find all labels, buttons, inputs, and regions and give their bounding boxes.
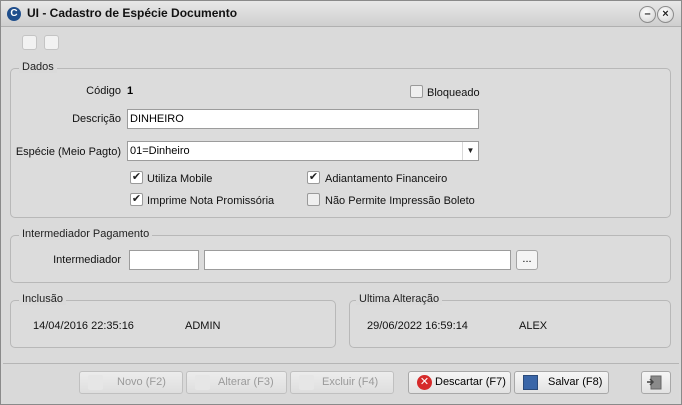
descartar-button[interactable]: ✕ Descartar (F7): [408, 371, 511, 394]
chevron-down-icon[interactable]: ▼: [462, 142, 478, 160]
adiantamento-financeiro-label: Adiantamento Financeiro: [325, 173, 448, 185]
nao-permite-boleto-checkbox[interactable]: [307, 193, 320, 206]
descartar-label: Descartar (F7): [435, 376, 506, 388]
intermediador-code-input[interactable]: [129, 250, 199, 270]
especie-label: Espécie (Meio Pagto): [15, 146, 121, 158]
app-logo-icon: C: [7, 7, 21, 21]
salvar-label: Salvar (F8): [548, 376, 603, 388]
discard-x-icon: ✕: [417, 375, 432, 390]
window-title: UI - Cadastro de Espécie Documento: [27, 6, 238, 20]
title-bar[interactable]: C UI - Cadastro de Espécie Documento – ×: [1, 1, 681, 27]
novo-label: Novo (F2): [117, 376, 166, 388]
ultima-alteracao-group-label: Ultima Alteração: [356, 293, 443, 305]
intermediador-lookup-button[interactable]: ...: [516, 250, 538, 270]
intermediador-name-input[interactable]: [204, 250, 511, 270]
action-toolbar: Novo (F2) Alterar (F3) Excluir (F4) ✕ De…: [3, 363, 679, 403]
especie-selected-value: 01=Dinheiro: [130, 145, 190, 157]
delete-icon: [299, 375, 314, 390]
ultima-alteracao-user: ALEX: [519, 320, 548, 332]
nao-permite-boleto-label: Não Permite Impressão Boleto: [325, 195, 475, 207]
adiantamento-financeiro-checkbox[interactable]: ✔: [307, 171, 320, 184]
alterar-label: Alterar (F3): [218, 376, 274, 388]
inclusao-user: ADMIN: [185, 320, 221, 332]
novo-button[interactable]: Novo (F2): [79, 371, 183, 394]
descricao-input[interactable]: DINHEIRO: [127, 109, 479, 129]
minimize-button[interactable]: –: [639, 6, 656, 23]
inclusao-group-label: Inclusão: [19, 293, 66, 305]
intermediador-group-label: Intermediador Pagamento: [19, 228, 153, 240]
imprime-nota-checkbox[interactable]: ✔: [130, 193, 143, 206]
dados-group-label: Dados: [19, 61, 57, 73]
alterar-button[interactable]: Alterar (F3): [186, 371, 287, 394]
new-icon: [88, 375, 103, 390]
salvar-button[interactable]: Salvar (F8): [514, 371, 609, 394]
inclusao-datetime: 14/04/2016 22:35:16: [33, 320, 134, 332]
nav-prev-button[interactable]: [44, 35, 59, 50]
intermediador-label: Intermediador: [53, 254, 121, 266]
bloqueado-checkbox[interactable]: [410, 85, 423, 98]
close-button[interactable]: ×: [657, 6, 674, 23]
dialog-window: C UI - Cadastro de Espécie Documento – ×…: [0, 0, 682, 405]
especie-select[interactable]: 01=Dinheiro ▼: [127, 141, 479, 161]
descricao-label: Descrição: [72, 113, 121, 125]
imprime-nota-label: Imprime Nota Promissória: [147, 195, 275, 207]
codigo-value: 1: [127, 85, 134, 97]
exit-button[interactable]: [641, 371, 671, 394]
excluir-label: Excluir (F4): [322, 376, 379, 388]
edit-icon: [195, 375, 210, 390]
ultima-alteracao-datetime: 29/06/2022 16:59:14: [367, 320, 468, 332]
utiliza-mobile-checkbox[interactable]: ✔: [130, 171, 143, 184]
codigo-label: Código: [86, 85, 121, 97]
nav-first-button[interactable]: [22, 35, 37, 50]
excluir-button[interactable]: Excluir (F4): [290, 371, 394, 394]
bloqueado-label: Bloqueado: [427, 87, 480, 99]
exit-door-icon: [647, 375, 662, 390]
save-disk-icon: [523, 375, 538, 390]
utiliza-mobile-label: Utiliza Mobile: [147, 173, 213, 185]
